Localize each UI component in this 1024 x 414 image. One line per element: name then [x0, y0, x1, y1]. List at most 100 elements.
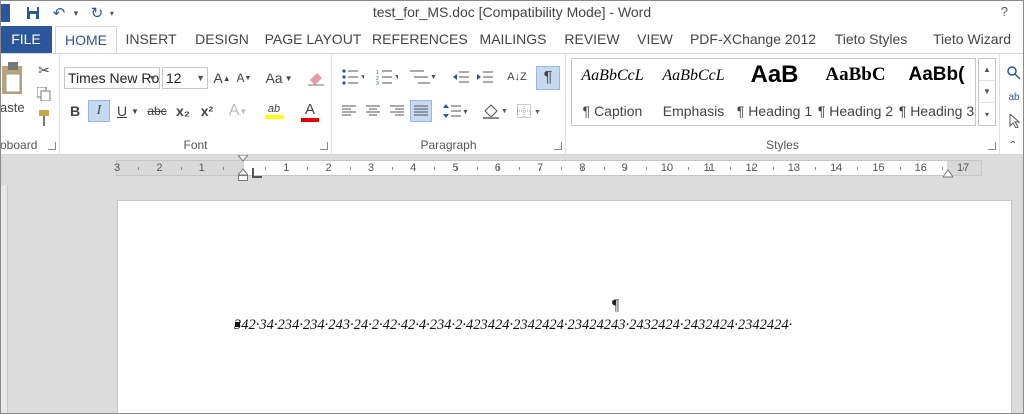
bold-button[interactable]: B	[66, 100, 84, 122]
strikethrough-button[interactable]: abc	[144, 100, 170, 122]
svg-text:▼: ▼	[394, 74, 398, 81]
grow-font-button[interactable]: A ▲	[212, 68, 232, 88]
show-formatting-marks-button[interactable]: ¶	[536, 66, 560, 90]
sort-button[interactable]: A↓Z	[506, 66, 528, 88]
tab-tieto-styles[interactable]: Tieto Styles	[826, 26, 916, 53]
title-bar: ↶ ▼ ↻ ▾ test_for_MS.doc [Compatibility M…	[0, 0, 1024, 26]
style-sample: AaBbCcL	[662, 67, 725, 84]
gallery-more-icon[interactable]: ▾	[979, 103, 995, 125]
ruler-tick	[265, 167, 267, 170]
paragraph-launcher-icon[interactable]	[554, 142, 562, 150]
document-text-line[interactable]: 342·34·234·234·243·24·2·42·42·4·234·2·42…	[234, 317, 792, 334]
justify-icon[interactable]	[410, 100, 432, 122]
increase-indent-icon[interactable]	[474, 66, 496, 88]
style-heading-1[interactable]: AaB ¶ Heading 1	[734, 59, 815, 125]
styles-launcher-icon[interactable]	[988, 142, 996, 150]
format-painter-icon[interactable]	[34, 108, 54, 128]
borders-icon[interactable]: ▼	[514, 100, 544, 122]
tab-references[interactable]: REFERENCES	[372, 26, 468, 53]
font-launcher-icon[interactable]	[320, 142, 328, 150]
ruler-tick	[836, 167, 838, 170]
underline-button[interactable]: U	[114, 100, 130, 122]
ruler-tick	[751, 167, 753, 170]
decrease-indent-icon[interactable]	[450, 66, 472, 88]
bullets-icon[interactable]: ▼	[338, 66, 368, 88]
ruler-tick	[307, 167, 309, 170]
ruler-tick	[180, 167, 182, 170]
clear-formatting-icon[interactable]	[306, 68, 326, 88]
help-button[interactable]: ?	[1001, 4, 1008, 19]
font-color-icon: A	[304, 100, 315, 118]
font-size-value: 12	[166, 70, 182, 86]
tab-design[interactable]: DESIGN	[190, 26, 254, 53]
indent-markers-icon[interactable]	[236, 154, 250, 181]
paste-button[interactable]: aste	[0, 100, 25, 115]
underline-dropdown-icon[interactable]: ▼	[130, 104, 140, 118]
align-center-icon[interactable]	[362, 100, 384, 122]
ribbon: aste ✂ oboard Times New Ro ▼ 12 ▼ A ▲ A ▼ …	[0, 53, 1024, 155]
tab-file[interactable]: FILE	[0, 26, 52, 53]
tab-review[interactable]: REVIEW	[560, 26, 624, 53]
shrink-font-button[interactable]: A ▼	[234, 68, 254, 88]
align-right-icon[interactable]	[386, 100, 408, 122]
tab-stop-icon[interactable]	[252, 168, 262, 178]
gallery-up-icon[interactable]: ▲	[979, 59, 995, 81]
font-size-combo[interactable]: 12 ▼	[162, 67, 208, 89]
clipboard-group: aste ✂ oboard	[0, 54, 60, 154]
tab-page-layout[interactable]: PAGE LAYOUT	[262, 26, 364, 53]
ruler-tick	[963, 167, 965, 170]
gallery-down-icon[interactable]: ▼	[979, 81, 995, 103]
tab-tieto-wizard[interactable]: Tieto Wizard	[922, 26, 1022, 53]
paragraph-group: ▼ 1 2 3 ▼ ▼ A↓Z ¶ ▼ ▼ ▼ Paragraph	[332, 54, 566, 154]
tab-home[interactable]: HOME	[55, 26, 117, 54]
style-emphasis[interactable]: AaBbCcL Emphasis	[653, 59, 734, 125]
italic-button[interactable]: I	[88, 100, 110, 122]
svg-text:▼: ▼	[462, 109, 467, 116]
ruler-tick	[497, 167, 499, 170]
numbering-icon[interactable]: 1 2 3 ▼	[372, 66, 402, 88]
subscript-button[interactable]: x₂	[172, 100, 194, 122]
ruler-tick	[349, 167, 351, 170]
tab-insert[interactable]: INSERT	[120, 26, 182, 53]
ruler-number: 3	[114, 162, 121, 174]
select-icon[interactable]	[1006, 112, 1022, 130]
svg-text:▼: ▼	[534, 109, 541, 116]
paste-icon[interactable]	[0, 60, 26, 98]
font-group-label: Font	[183, 138, 208, 152]
svg-text:▼: ▼	[501, 108, 507, 115]
clipboard-launcher-icon[interactable]	[48, 142, 56, 150]
document-area: ¶ 342·34·234·234·243·24·2·42·42·4·234·2·…	[0, 185, 1024, 414]
font-name-combo[interactable]: Times New Ro ▼	[64, 67, 160, 89]
ruler-tick	[730, 167, 732, 170]
cut-icon[interactable]: ✂	[34, 60, 54, 80]
line-spacing-icon[interactable]: ▼	[440, 100, 470, 122]
collapse-ribbon-icon[interactable]: ⌃	[1005, 138, 1021, 152]
tab-pdf-xchange[interactable]: PDF-XChange 2012	[686, 26, 820, 53]
window-title: test_for_MS.doc [Compatibility Mode] - W…	[372, 4, 652, 20]
tab-mailings[interactable]: MAILINGS	[474, 26, 552, 53]
font-color-bar	[301, 117, 319, 122]
style-caption[interactable]: AaBbCcL ¶ Caption	[572, 59, 653, 125]
superscript-button[interactable]: x²	[196, 100, 218, 122]
shading-icon[interactable]: ▼	[480, 100, 510, 122]
document-page[interactable]: ¶ 342·34·234·234·243·24·2·42·42·4·234·2·…	[117, 200, 1012, 414]
ruler-tick	[222, 167, 224, 170]
font-color-button[interactable]: A	[296, 98, 324, 124]
style-sample: AaBb(	[908, 64, 965, 85]
replace-icon[interactable]: ab	[1006, 88, 1022, 106]
copy-icon[interactable]	[34, 84, 54, 104]
text-effects-button[interactable]: A ▼	[226, 100, 250, 122]
ruler-number: 2	[156, 162, 163, 174]
highlight-button[interactable]: ab	[258, 98, 290, 124]
styles-gallery-scroll: ▲ ▼ ▾	[978, 58, 996, 126]
multilevel-list-icon[interactable]: ▼	[406, 66, 440, 88]
style-heading-3[interactable]: AaBb( ¶ Heading 3	[896, 59, 977, 125]
tab-view[interactable]: VIEW	[632, 26, 678, 53]
change-case-button[interactable]: Aa ▼	[262, 68, 296, 88]
right-indent-icon[interactable]	[942, 167, 954, 178]
style-name: ¶ Heading 3	[898, 103, 975, 119]
find-icon[interactable]	[1006, 64, 1022, 82]
align-left-icon[interactable]	[338, 100, 360, 122]
ruler-tick	[476, 167, 478, 170]
style-heading-2[interactable]: AaBbC ¶ Heading 2	[815, 59, 896, 125]
